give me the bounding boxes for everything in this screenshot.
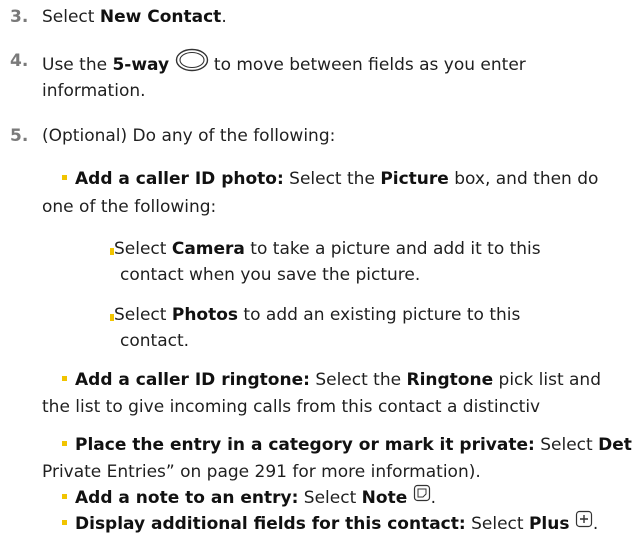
bullet-marker: [62, 375, 67, 381]
step-number: 5.: [10, 126, 29, 146]
bullet-marker: [62, 440, 67, 446]
step-text: Use the 5-way to move between fields as …: [42, 48, 526, 80]
note-icon: [413, 484, 431, 508]
bullet-marker: [110, 247, 114, 255]
5-way-navigation-key-icon: [175, 48, 209, 78]
step-number: 4.: [10, 51, 29, 71]
step-text: (Optional) Do any of the following:: [42, 126, 336, 146]
bullet-marker: [62, 493, 67, 499]
plus-icon: [575, 510, 593, 534]
bullet-marker: [62, 174, 67, 180]
bullet-marker: [110, 313, 114, 321]
bullet-marker: [62, 519, 67, 525]
step-number: 3.: [10, 7, 29, 27]
step-text: Select New Contact.: [42, 7, 227, 27]
